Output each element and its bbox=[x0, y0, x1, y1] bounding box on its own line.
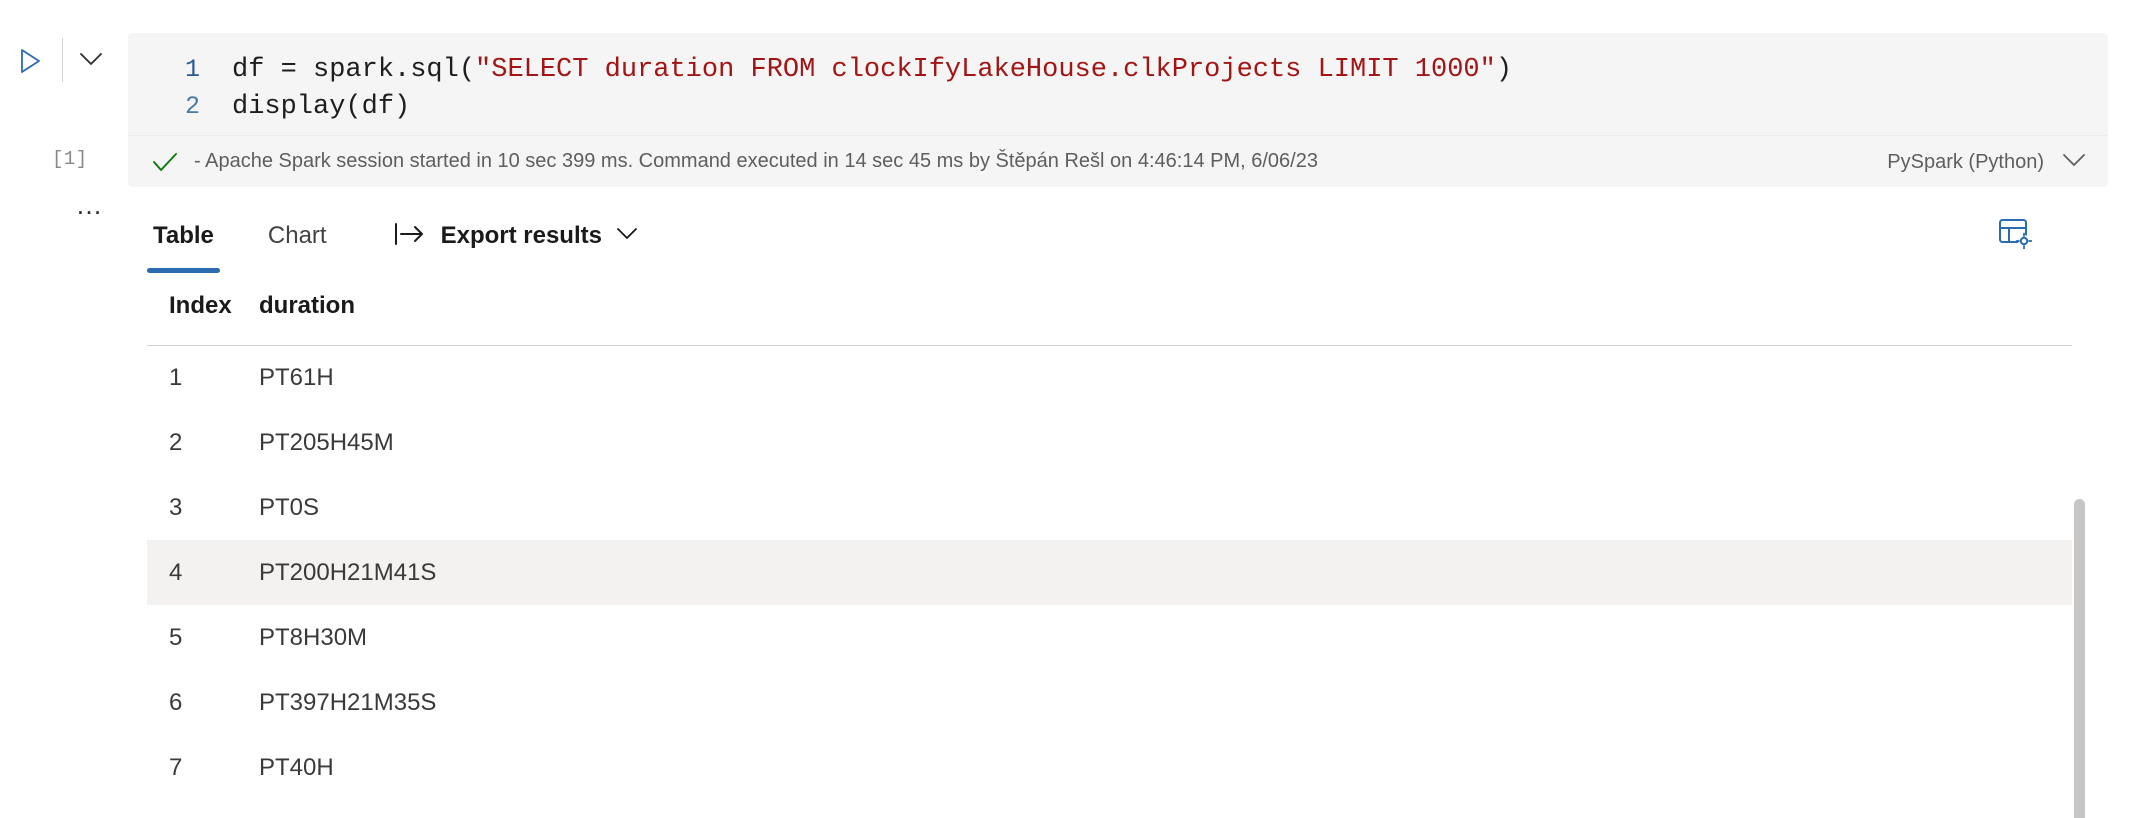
code-line: 1 df = spark.sql("SELECT duration FROM c… bbox=[128, 51, 2108, 88]
cell-duration: PT8H30M bbox=[259, 623, 368, 651]
results-panel: Table Chart Export results Index duratio… bbox=[147, 205, 2087, 818]
export-arrow-icon bbox=[393, 221, 427, 252]
run-cell-button[interactable] bbox=[12, 42, 50, 80]
code-line-text: df = spark.sql("SELECT duration FROM clo… bbox=[200, 52, 1512, 89]
cell-index: 7 bbox=[169, 753, 183, 781]
cell-index: 2 bbox=[169, 428, 183, 456]
cell-index: 5 bbox=[169, 623, 183, 651]
line-number: 1 bbox=[184, 55, 200, 84]
status-message: - Apache Spark session started in 10 sec… bbox=[194, 150, 1318, 172]
cell-duration: PT205H45M bbox=[259, 428, 394, 456]
table-settings-icon bbox=[1998, 217, 2033, 254]
cell-duration: PT0S bbox=[259, 493, 320, 521]
vertical-scrollbar[interactable] bbox=[2071, 267, 2087, 818]
results-table: Index duration 1 PT61H 2 PT205H45M 3 PT0… bbox=[147, 267, 2072, 800]
cell-index: 3 bbox=[169, 493, 183, 521]
code-editor[interactable]: 1 df = spark.sql("SELECT duration FROM c… bbox=[128, 33, 2108, 187]
tab-label: Chart bbox=[267, 222, 327, 249]
column-header-index[interactable]: Index bbox=[147, 267, 259, 346]
cell-duration: PT397H21M35S bbox=[259, 688, 437, 716]
table-row[interactable]: 4 PT200H21M41S bbox=[147, 540, 2072, 605]
export-results-label: Export results bbox=[440, 222, 602, 249]
table-body: 1 PT61H 2 PT205H45M 3 PT0S 4 PT200H21M41… bbox=[147, 345, 2072, 800]
code-line-text: display(df) bbox=[200, 89, 410, 126]
notebook-cell: [1] … 1 df = spark.sql("SELECT duration … bbox=[0, 0, 2142, 818]
scrollbar-thumb[interactable] bbox=[2074, 499, 2085, 818]
cell-status-bar: - Apache Spark session started in 10 sec… bbox=[128, 135, 2108, 187]
gutter-divider bbox=[62, 38, 63, 82]
table-row[interactable]: 3 PT0S bbox=[147, 475, 2072, 540]
results-tabs: Table Chart Export results bbox=[147, 205, 2087, 273]
table-row[interactable]: 1 PT61H bbox=[147, 345, 2072, 410]
tab-chart[interactable]: Chart bbox=[262, 205, 333, 267]
cell-gutter: [1] … bbox=[0, 0, 128, 818]
column-header-duration[interactable]: duration bbox=[259, 267, 2072, 346]
code-token: display(df) bbox=[232, 92, 411, 122]
code-lines: 1 df = spark.sql("SELECT duration FROM c… bbox=[128, 33, 2108, 135]
cell-index: 4 bbox=[147, 540, 259, 605]
cell-more-options-button[interactable]: … bbox=[72, 192, 108, 228]
tab-table[interactable]: Table bbox=[147, 205, 220, 273]
table-row[interactable]: 5 PT8H30M bbox=[147, 605, 2072, 670]
kernel-name: PySpark (Python) bbox=[1887, 150, 2044, 173]
chevron-down-icon bbox=[79, 52, 103, 71]
code-token: df = spark.sql( bbox=[232, 55, 476, 85]
code-token-string: "SELECT duration FROM clockIfyLakeHouse.… bbox=[475, 55, 1496, 85]
table-row[interactable]: 7 PT40H bbox=[147, 735, 2072, 800]
code-token: ) bbox=[1495, 55, 1513, 85]
cell-duration: PT200H21M41S bbox=[259, 540, 2072, 605]
play-triangle-icon bbox=[18, 47, 44, 75]
execution-count: [1] bbox=[52, 148, 88, 170]
collapse-cell-button[interactable] bbox=[72, 42, 110, 80]
success-check-icon bbox=[150, 147, 180, 177]
tab-label: Table bbox=[153, 222, 214, 249]
chevron-down-icon bbox=[2062, 153, 2086, 172]
table-settings-button[interactable] bbox=[1991, 211, 2039, 259]
kernel-selector[interactable]: PySpark (Python) bbox=[1887, 136, 2086, 188]
table-header-row: Index duration bbox=[147, 267, 2072, 346]
cell-index: 6 bbox=[169, 688, 183, 716]
cell-index: 1 bbox=[169, 363, 183, 391]
chevron-down-icon bbox=[616, 227, 638, 245]
table-row[interactable]: 6 PT397H21M35S bbox=[147, 670, 2072, 735]
table-row[interactable]: 2 PT205H45M bbox=[147, 410, 2072, 475]
cell-duration: PT61H bbox=[259, 363, 334, 391]
results-table-container: Index duration 1 PT61H 2 PT205H45M 3 PT0… bbox=[147, 267, 2087, 818]
export-results-button[interactable]: Export results bbox=[393, 221, 638, 252]
cell-duration: PT40H bbox=[259, 753, 334, 781]
line-number: 2 bbox=[184, 92, 200, 121]
table-header: Index duration bbox=[147, 267, 2072, 346]
code-line: 2 display(df) bbox=[128, 88, 2108, 125]
